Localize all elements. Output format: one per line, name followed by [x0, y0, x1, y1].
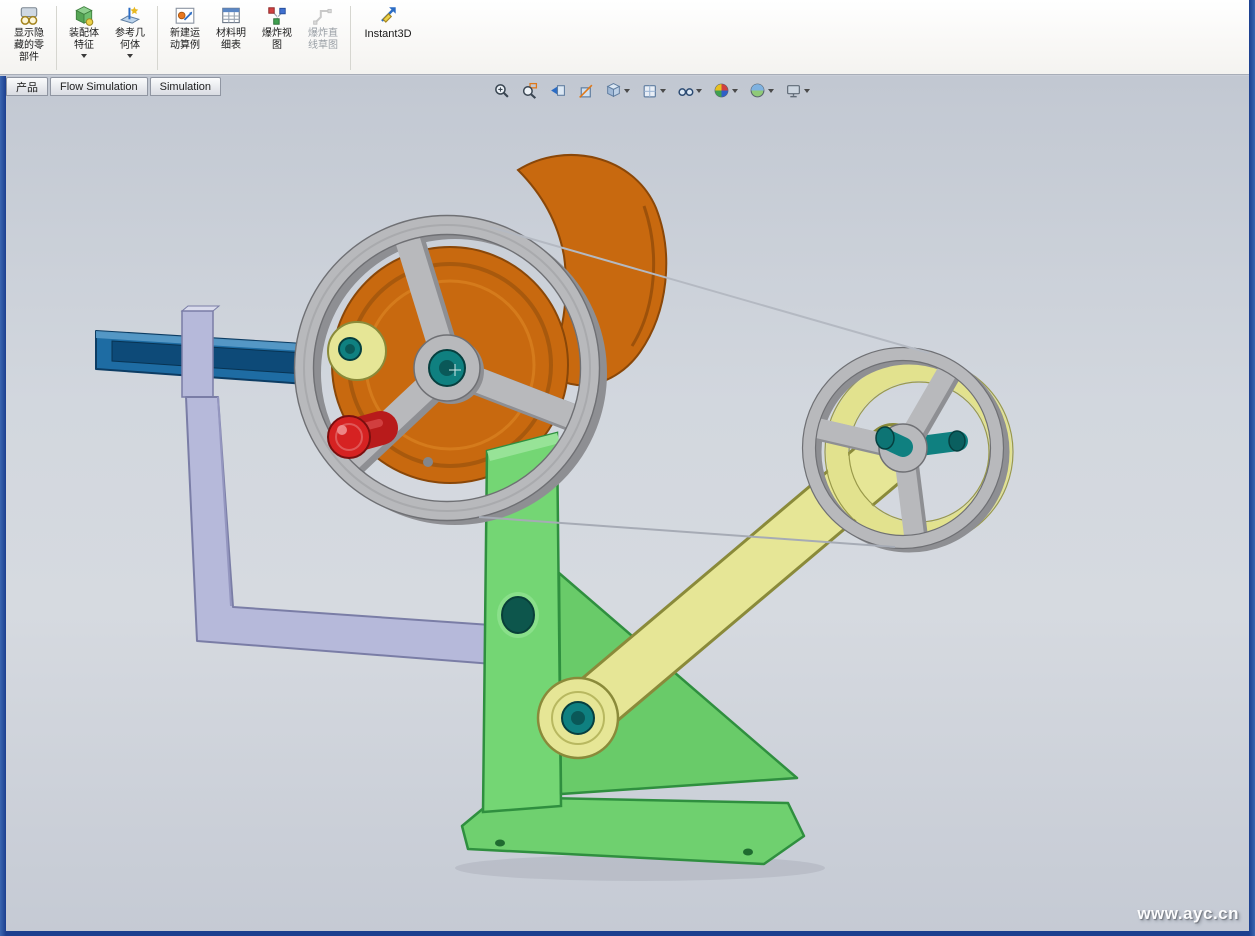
button-label-line: 材料明: [216, 28, 246, 40]
exploded-view-button[interactable]: 爆炸视 图: [254, 2, 300, 72]
show-hidden-components-button[interactable]: 显示隐 藏的零 部件: [6, 2, 52, 72]
toolbar-separator: [56, 6, 57, 70]
reference-geometry-button[interactable]: 参考几 何体: [107, 2, 153, 72]
button-label-line: 参考几: [115, 28, 145, 40]
dropdown-caret-icon: [81, 54, 87, 58]
assembly-features-button[interactable]: 装配体 特征: [61, 2, 107, 72]
assembly-features-icon: [73, 5, 95, 27]
dropdown-caret-icon: [624, 89, 630, 93]
solidworks-window: 显示隐 藏的零 部件 装配体 特征: [0, 0, 1255, 936]
button-label-line: 藏的零: [14, 40, 44, 52]
dropdown-caret-icon: [660, 89, 666, 93]
instant3d-button[interactable]: Instant3D: [355, 2, 421, 72]
small-pulley-assembly[interactable]: [803, 348, 1014, 549]
tab-label: Flow Simulation: [60, 81, 138, 93]
zoom-to-area-icon[interactable]: [519, 80, 540, 101]
knob-face: [328, 416, 370, 458]
model-canvas[interactable]: [0, 76, 1255, 936]
display-style-icon[interactable]: [639, 80, 668, 101]
edit-appearance-icon[interactable]: [711, 80, 740, 101]
tab-label: 产品: [16, 79, 38, 95]
dropdown-caret-icon: [804, 89, 810, 93]
view-orientation-icon[interactable]: [603, 80, 632, 101]
button-label-line: 部件: [19, 52, 39, 64]
button-label-line: 装配体: [69, 28, 99, 40]
dropdown-caret-icon: [732, 89, 738, 93]
show-hidden-components-icon: [18, 5, 40, 27]
new-motion-study-icon: [174, 5, 196, 27]
window-frame-left: [0, 76, 6, 936]
rim-dot: [423, 457, 433, 467]
dropdown-caret-icon: [696, 89, 702, 93]
button-label-line: 爆炸直: [308, 28, 338, 40]
headsup-view-toolbar: [491, 80, 812, 101]
exploded-view-icon: [266, 5, 288, 27]
button-label-line: 特征: [74, 40, 94, 52]
window-frame-right: [1249, 0, 1255, 936]
small-hub-shaft-face: [876, 427, 894, 449]
command-tabs: 产品 Flow Simulation Simulation: [6, 77, 223, 96]
tab-product[interactable]: 产品: [6, 77, 48, 96]
reference-geometry-icon: [119, 5, 141, 27]
watermark: www.ayc.cn: [1137, 904, 1239, 924]
bill-of-materials-icon: [220, 5, 242, 27]
tab-label: Simulation: [160, 81, 211, 93]
button-label-line: 细表: [221, 40, 241, 52]
explode-line-sketch-button[interactable]: 爆炸直 线草图: [300, 2, 346, 72]
previous-view-icon[interactable]: [547, 80, 568, 101]
button-label-line: 新建运: [170, 28, 200, 40]
toolbar-separator: [350, 6, 351, 70]
view-settings-icon[interactable]: [783, 80, 812, 101]
button-label-line: 何体: [120, 40, 140, 52]
bushing-yellow-left[interactable]: [328, 322, 386, 380]
button-label-line: 动算例: [170, 40, 200, 52]
dropdown-caret-icon: [768, 89, 774, 93]
button-label-line: 图: [272, 40, 282, 52]
instant3d-icon: [377, 5, 399, 27]
apply-scene-icon[interactable]: [747, 80, 776, 101]
hide-show-items-icon[interactable]: [675, 80, 704, 101]
base-screw-hole: [495, 840, 505, 847]
graphics-viewport[interactable]: 产品 Flow Simulation Simulation: [0, 76, 1255, 936]
new-motion-study-button[interactable]: 新建运 动算例: [162, 2, 208, 72]
knob-glint: [337, 425, 347, 435]
large-hub-center: [439, 360, 455, 376]
base-screw-hole: [743, 849, 753, 856]
bracket-post: [182, 311, 213, 397]
bushing-shaft-center: [345, 344, 355, 354]
main-toolbar: 显示隐 藏的零 部件 装配体 特征: [0, 0, 1249, 75]
window-frame-bottom: [0, 931, 1255, 936]
shaft-end-face: [949, 431, 965, 451]
button-label-line: Instant3D: [364, 28, 411, 40]
zoom-to-fit-icon[interactable]: [491, 80, 512, 101]
bill-of-materials-button[interactable]: 材料明 细表: [208, 2, 254, 72]
link-pin-center: [571, 711, 585, 725]
button-label-line: 线草图: [308, 40, 338, 52]
toolbar-separator: [157, 6, 158, 70]
section-view-icon[interactable]: [575, 80, 596, 101]
button-label-line: 显示隐: [14, 28, 44, 40]
column-hole: [502, 597, 534, 633]
tab-simulation[interactable]: Simulation: [150, 77, 221, 96]
tab-flow-simulation[interactable]: Flow Simulation: [50, 77, 148, 96]
button-label-line: 爆炸视: [262, 28, 292, 40]
dropdown-caret-icon: [127, 54, 133, 58]
explode-line-sketch-icon: [312, 5, 334, 27]
